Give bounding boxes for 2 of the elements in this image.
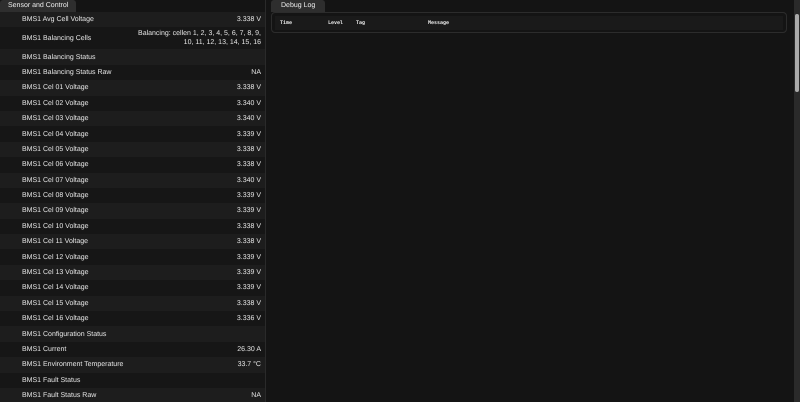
scrollbar[interactable] [794,0,800,402]
scroll-thumb[interactable] [795,14,799,92]
